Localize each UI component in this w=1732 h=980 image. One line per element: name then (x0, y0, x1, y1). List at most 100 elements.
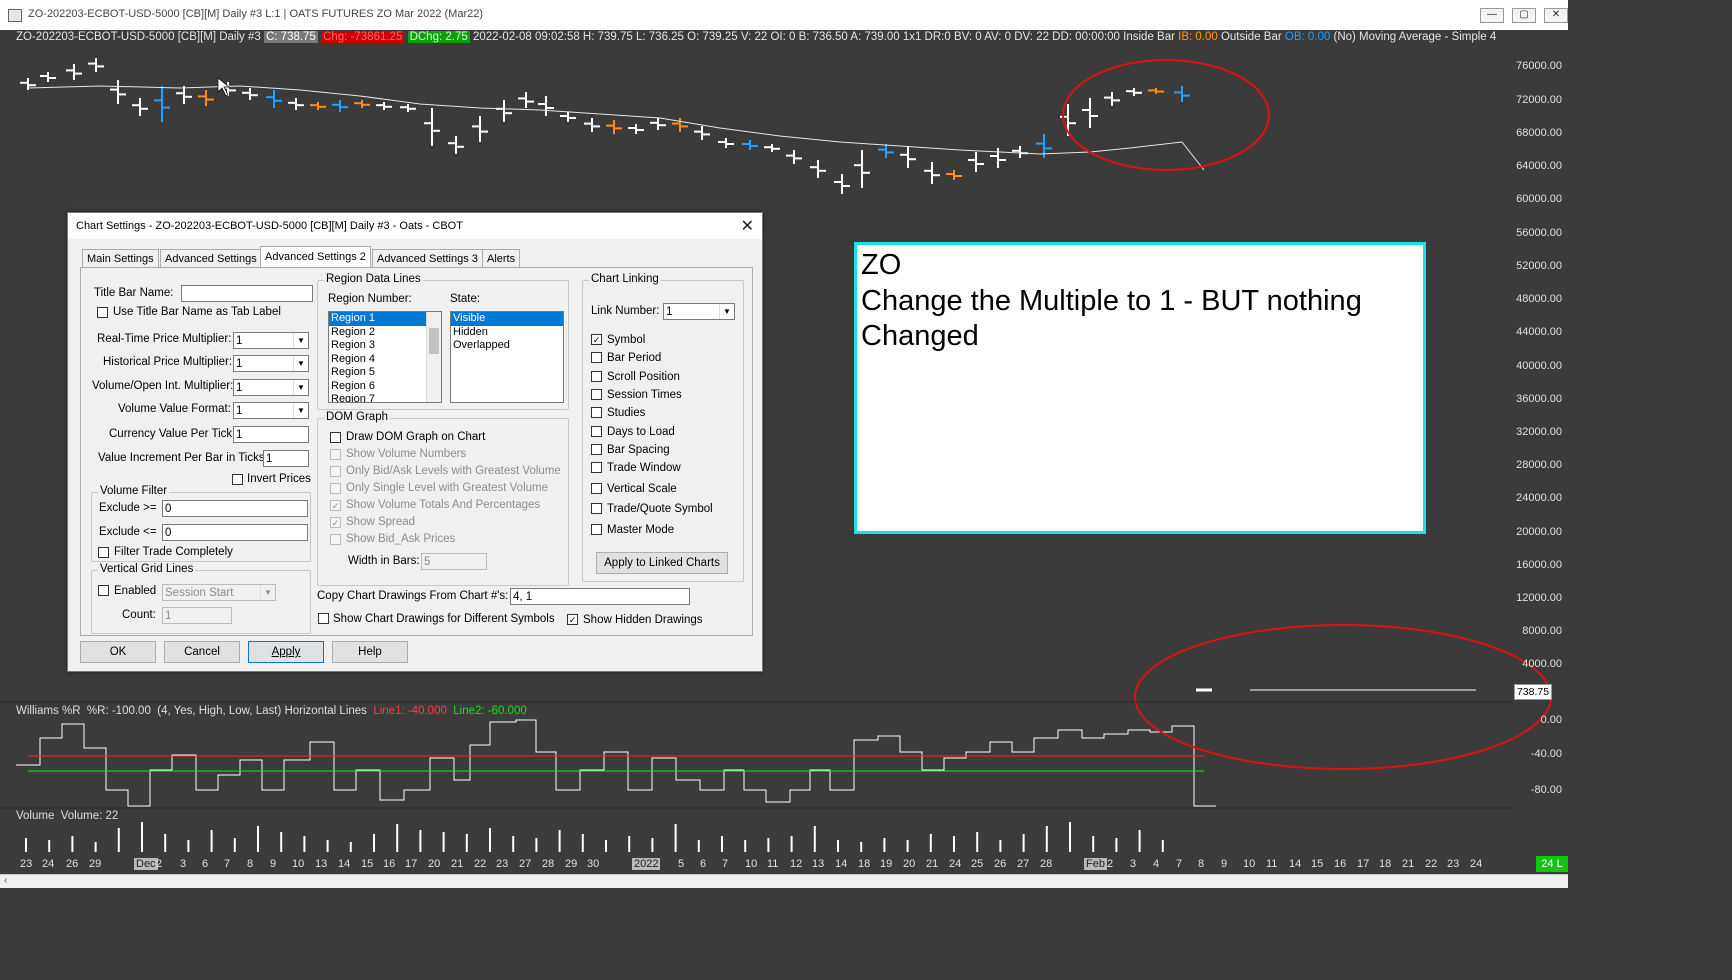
vgrid-session-select[interactable]: Session Start ▼ (162, 584, 276, 601)
invert-prices-checkbox[interactable] (232, 474, 243, 485)
list-item[interactable]: Region 6 (329, 380, 441, 394)
vol-mult-select[interactable]: 1 ▼ (233, 379, 309, 396)
title-bar-name-input[interactable] (181, 285, 313, 302)
dom-item-checkbox[interactable] (330, 534, 341, 545)
chevron-down-icon[interactable]: ▼ (293, 356, 308, 371)
state-listbox[interactable]: Visible Hidden Overlapped (450, 311, 564, 403)
link-item-checkbox[interactable] (591, 462, 602, 473)
link-symbol-checkbox[interactable]: ✓ (591, 334, 602, 345)
region-scrollbar[interactable] (426, 312, 441, 402)
dom-item-checkbox[interactable] (330, 432, 341, 443)
date-tick: 10 (745, 858, 758, 870)
link-item-checkbox[interactable] (591, 352, 602, 363)
tab-main-settings[interactable]: Main Settings (82, 249, 159, 268)
link-item-checkbox[interactable] (591, 503, 602, 514)
date-tick: 15 (1311, 858, 1324, 870)
list-item[interactable]: Region 2 (329, 326, 441, 340)
date-tick: 24 (1470, 858, 1483, 870)
rt-mult-select[interactable]: 1 ▼ (233, 332, 309, 349)
date-tick: 23 (1447, 858, 1460, 870)
list-item[interactable]: Region 4 (329, 353, 441, 367)
dom-item-checkbox[interactable] (330, 449, 341, 460)
tab-advanced-settings[interactable]: Advanced Settings (160, 249, 262, 268)
list-item[interactable]: Region 3 (329, 339, 441, 353)
scroll-left-icon[interactable]: ‹ (4, 875, 7, 886)
apply-linked-button[interactable]: Apply to Linked Charts (596, 552, 728, 574)
link-item-checkbox[interactable] (591, 444, 602, 455)
chevron-down-icon[interactable]: ▼ (260, 585, 275, 600)
link-item-checkbox[interactable] (591, 371, 602, 382)
dom-item-checkbox[interactable]: ✓ (330, 500, 341, 511)
show-diff-symbols-label: Show Chart Drawings for Different Symbol… (333, 613, 555, 625)
filter-trade-checkbox[interactable] (98, 547, 109, 558)
dom-item-label: Show Bid_Ask Prices (346, 533, 456, 545)
date-tick: 17 (1357, 858, 1370, 870)
list-item[interactable]: Hidden (451, 326, 563, 340)
dom-item-checkbox[interactable] (330, 466, 341, 477)
vol-format-select[interactable]: 1 ▼ (233, 402, 309, 419)
hist-mult-select[interactable]: 1 ▼ (233, 355, 309, 372)
dialog-close-icon[interactable]: ✕ (741, 216, 754, 236)
list-item[interactable]: Overlapped (451, 339, 563, 353)
dialog-title: Chart Settings - ZO-202203-ECBOT-USD-500… (76, 220, 463, 232)
ok-button[interactable]: OK (80, 641, 156, 663)
link-item-checkbox[interactable] (591, 483, 602, 494)
exclude-le-label: Exclude <= (99, 526, 157, 538)
copy-drawings-input[interactable]: 4, 1 (510, 588, 690, 605)
tab-advanced-settings-2[interactable]: Advanced Settings 2 (260, 246, 371, 269)
chart-linking-group: Chart Linking Link Number: 1 ▼ ✓ Symbol B… (582, 273, 744, 582)
date-tick: 20 (428, 858, 441, 870)
list-item[interactable]: Region 7 (329, 393, 441, 402)
exclude-le-input[interactable]: 0 (162, 524, 308, 541)
cancel-button[interactable]: Cancel (164, 641, 240, 663)
link-item-checkbox[interactable] (591, 407, 602, 418)
vgrid-enabled-label: Enabled (114, 585, 157, 597)
dom-width-input[interactable]: 5 (421, 553, 487, 570)
chevron-down-icon[interactable]: ▼ (293, 403, 308, 418)
tab-alerts[interactable]: Alerts (482, 249, 521, 268)
help-button[interactable]: Help (332, 641, 408, 663)
link-item-checkbox[interactable] (591, 389, 602, 400)
show-hidden-drawings-checkbox[interactable]: ✓ (567, 614, 578, 625)
price-tick: 44000.00 (1516, 326, 1562, 338)
date-tick: 22 (474, 858, 487, 870)
vgrid-count-input[interactable]: 1 (162, 607, 232, 624)
date-tick: 14 (338, 858, 351, 870)
chevron-down-icon[interactable]: ▼ (293, 333, 308, 348)
link-item-checkbox[interactable] (591, 524, 602, 535)
date-tick: 19 (880, 858, 893, 870)
show-diff-symbols-checkbox[interactable] (318, 613, 329, 624)
date-tick: 8 (247, 858, 254, 870)
list-item[interactable]: Region 1 (329, 312, 441, 326)
date-axis[interactable]: 23 24 26 29 Dec 2 3 6 7 8 9 10 13 14 15 16 17 20 21 22 23 27 2… (0, 852, 1568, 874)
date-tick: 3 (180, 858, 187, 870)
show-hidden-drawings-label: Show Hidden Drawings (583, 614, 703, 626)
price-scale[interactable]: 76000.00 72000.00 68000.00 64000.00 6000… (1512, 44, 1568, 844)
tab-advanced-settings-3[interactable]: Advanced Settings 3 (372, 249, 483, 268)
volume-bars (25, 822, 1164, 852)
region-listbox[interactable]: Region 1 Region 2 Region 3 Region 4 Regi… (328, 311, 442, 403)
scroll-thumb[interactable] (429, 328, 439, 354)
date-tick: 27 (519, 858, 532, 870)
chevron-down-icon[interactable]: ▼ (293, 380, 308, 395)
list-item[interactable]: Visible (451, 312, 563, 326)
vgrid-enabled-checkbox[interactable] (98, 585, 109, 596)
dom-item-checkbox[interactable]: ✓ (330, 517, 341, 528)
volume-name: Volume (16, 810, 55, 822)
exclude-ge-input[interactable]: 0 (162, 500, 308, 517)
link-item-label: Session Times (607, 389, 682, 401)
dom-item-checkbox[interactable] (330, 483, 341, 494)
date-tick: 7 (722, 858, 729, 870)
horizontal-scrollbar[interactable]: ‹ (0, 874, 1568, 888)
use-title-checkbox[interactable] (97, 307, 108, 318)
apply-button[interactable]: Apply (248, 641, 324, 663)
value-inc-input[interactable]: 1 (263, 450, 309, 467)
region-data-group: Region Data Lines Region Number: State: … (317, 273, 569, 410)
link-number-select[interactable]: 1 ▼ (663, 303, 735, 320)
link-item-checkbox[interactable] (591, 426, 602, 437)
date-tick: 6 (700, 858, 707, 870)
currency-input[interactable]: 1 (233, 426, 309, 443)
chevron-down-icon[interactable]: ▼ (719, 304, 734, 319)
list-item[interactable]: Region 5 (329, 366, 441, 380)
title-bar-name-label: Title Bar Name: (94, 287, 174, 299)
